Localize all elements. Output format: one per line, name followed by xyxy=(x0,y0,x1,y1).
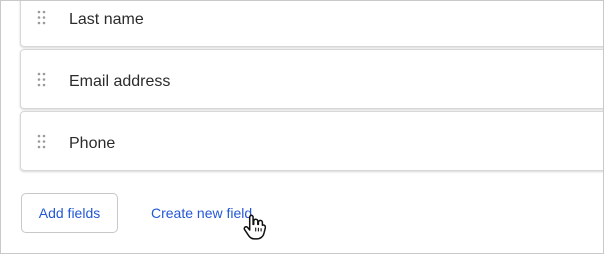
field-label: Last name xyxy=(69,11,144,28)
drag-handle-icon[interactable] xyxy=(37,134,46,149)
field-row-email-address[interactable]: Email address xyxy=(20,49,603,109)
drag-handle-icon[interactable] xyxy=(37,10,46,25)
create-new-field-link[interactable]: Create new field xyxy=(151,204,252,222)
field-label: Email address xyxy=(69,73,171,90)
add-fields-button[interactable]: Add fields xyxy=(21,193,118,233)
drag-handle-icon[interactable] xyxy=(37,72,46,87)
field-row-phone[interactable]: Phone xyxy=(20,111,603,171)
field-list: Last name Email address Phone xyxy=(20,1,603,173)
field-row-last-name[interactable]: Last name xyxy=(20,1,603,47)
form-fields-panel: Last name Email address Phone Add fields… xyxy=(0,0,604,254)
field-label: Phone xyxy=(69,135,116,152)
